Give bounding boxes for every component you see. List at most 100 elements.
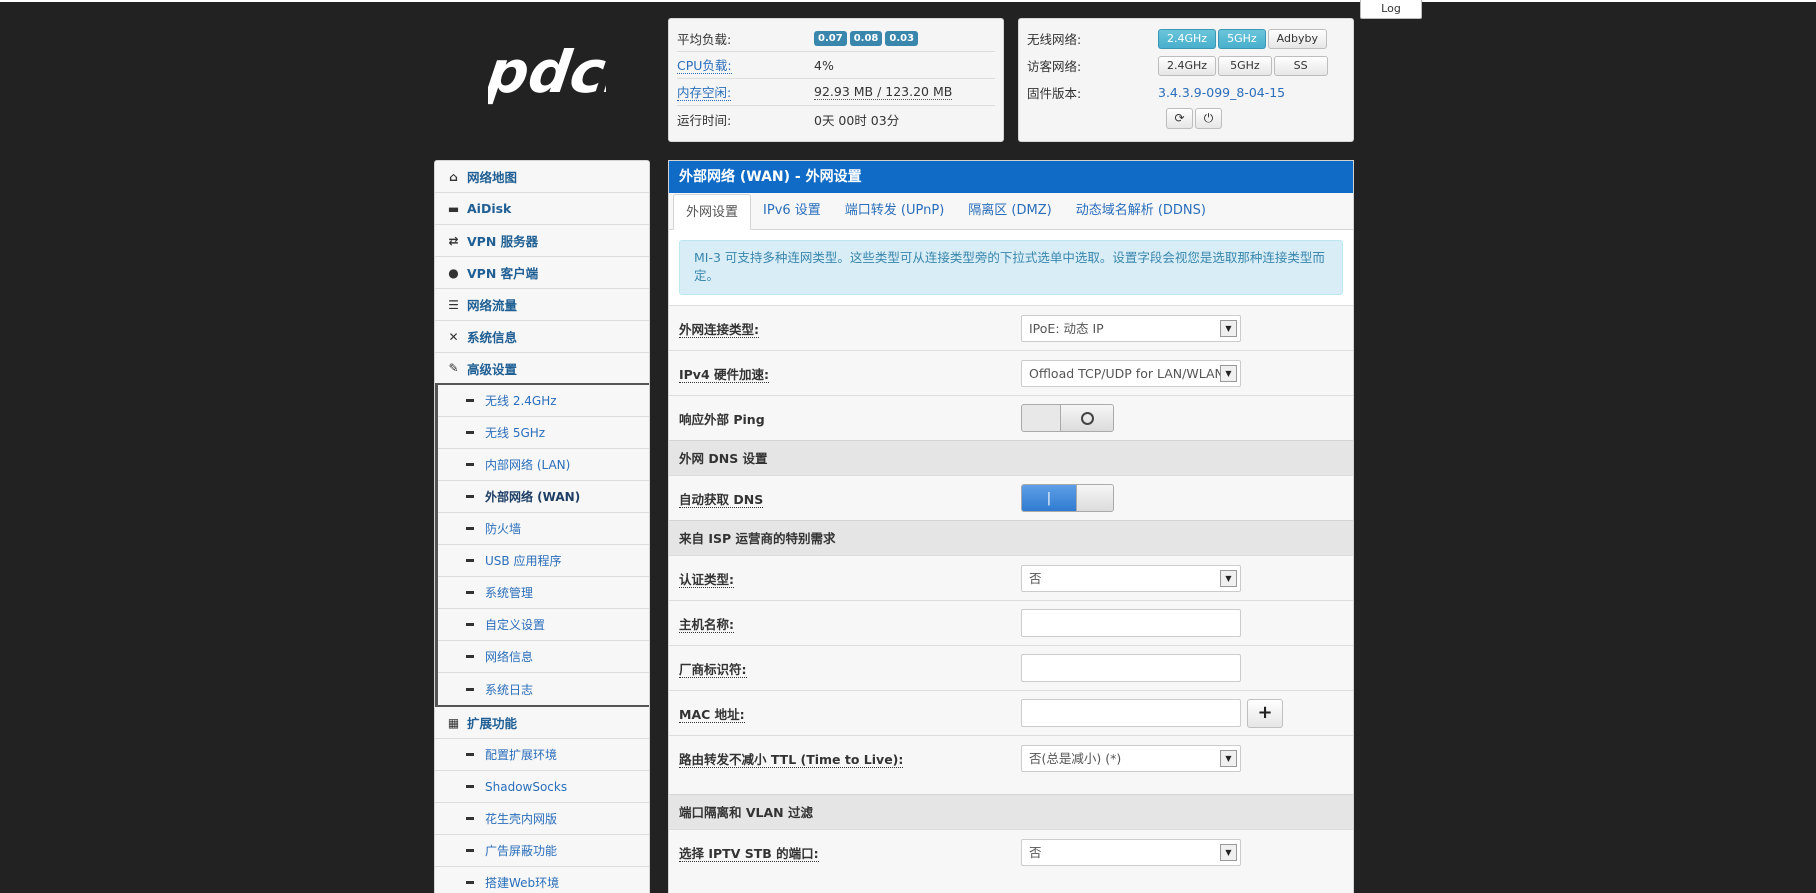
sub-label: 网络信息 — [485, 650, 534, 664]
main-panel: 外部网络 (WAN) - 外网设置 外网设置 IPv6 设置 端口转发 (UPn… — [668, 160, 1354, 893]
sidebar-sub-ext-env[interactable]: 配置扩展环境 — [435, 739, 649, 771]
pdcn-logo[interactable]: pdcn — [488, 40, 606, 114]
tasks-icon: ☰ — [448, 297, 459, 312]
cpu-link[interactable]: CPU负载: — [677, 57, 732, 74]
sidebar-sub-adblock[interactable]: 广告屏蔽功能 — [435, 835, 649, 867]
sidebar-sub-wifi-5[interactable]: 无线 5GHz — [438, 417, 649, 449]
tab-dmz[interactable]: 隔离区 (DMZ) — [956, 193, 1063, 229]
sidebar-item-vpn-client[interactable]: ● VPN 客户端 — [435, 257, 649, 289]
mac-input[interactable] — [1021, 699, 1241, 727]
ttl-select[interactable]: 否(总是减小) (*) ▼ — [1021, 744, 1241, 772]
tab-ddns[interactable]: 动态域名解析 (DDNS) — [1064, 193, 1218, 229]
wifi-24-button[interactable]: 2.4GHz — [1158, 28, 1217, 49]
sidebar-sub-firewall[interactable]: 防火墙 — [438, 513, 649, 545]
sidebar-item-traffic[interactable]: ☰ 网络流量 — [435, 289, 649, 321]
uptime-row: 运行时间: 0天 00时 03分 — [677, 106, 995, 133]
tab-bar: 外网设置 IPv6 设置 端口转发 (UPnP) 隔离区 (DMZ) 动态域名解… — [669, 193, 1353, 230]
sidebar-item-system-info[interactable]: ✕ 系统信息 — [435, 321, 649, 353]
sidebar-item-extensions[interactable]: ▦ 扩展功能 — [435, 707, 649, 739]
dns-section-header: 外网 DNS 设置 — [669, 440, 1353, 475]
sidebar-item-advanced[interactable]: ✎ 高级设置 — [435, 353, 649, 385]
sidebar-sub-shadowsocks[interactable]: ShadowSocks — [435, 771, 649, 803]
sidebar-sub-wan[interactable]: 外部网络 (WAN) — [438, 481, 649, 513]
off-ring-icon — [1080, 411, 1094, 425]
wan-type-row: 外网连接类型: IPoE: 动态 IP ▼ — [669, 305, 1353, 350]
cpu-row: CPU负载: 4% — [677, 52, 995, 79]
sub-label: 系统管理 — [485, 586, 534, 600]
load-badge-1: 0.07 — [814, 30, 847, 46]
firmware-row: 固件版本: 3.4.3.9-099_8-04-15 — [1027, 79, 1345, 106]
hw-accel-select[interactable]: Offload TCP/UDP for LAN/WLAN ▼ — [1021, 359, 1241, 387]
vendor-input[interactable] — [1021, 654, 1241, 682]
sidebar-sub-admin[interactable]: 系统管理 — [438, 577, 649, 609]
ss-button[interactable]: SS — [1273, 55, 1328, 76]
load-badge-15: 0.03 — [885, 30, 919, 46]
sidebar-sub-web[interactable]: 搭建Web环境 — [435, 867, 649, 893]
sub-label: 自定义设置 — [485, 618, 546, 632]
wrench-icon: ✎ — [448, 361, 459, 375]
on-bar-icon: | — [1022, 485, 1076, 511]
iptv-row: 选择 IPTV STB 的端口: 否 ▼ — [669, 829, 1353, 874]
sidebar-item-label: 网络流量 — [467, 298, 518, 313]
sub-label: 无线 2.4GHz — [485, 394, 557, 408]
mac-clone-button[interactable]: + — [1247, 698, 1283, 728]
tab-upnp[interactable]: 端口转发 (UPnP) — [833, 193, 956, 229]
hostname-input[interactable] — [1021, 609, 1241, 637]
retweet-icon: ⇄ — [448, 233, 459, 248]
load-label: 平均负载: — [677, 31, 732, 47]
sidebar-sub-netinfo[interactable]: 网络信息 — [438, 641, 649, 673]
sidebar-item-network-map[interactable]: ⌂ 网络地图 — [435, 161, 649, 193]
wan-type-label: 外网连接类型: — [679, 321, 759, 338]
dash-icon — [466, 655, 474, 658]
auto-dns-toggle[interactable]: | — [1021, 484, 1114, 512]
tab-wan-settings[interactable]: 外网设置 — [673, 194, 752, 230]
mem-link[interactable]: 内存空闲: — [677, 84, 732, 101]
ping-toggle[interactable] — [1021, 404, 1114, 432]
chevron-down-icon: ▼ — [1220, 749, 1237, 767]
wifi-row: 无线网络: 2.4GHz 5GHz Adbyby — [1027, 25, 1345, 52]
dash-icon — [466, 559, 474, 562]
chevron-down-icon: ▼ — [1220, 843, 1237, 861]
firmware-link[interactable]: 3.4.3.9-099_8-04-15 — [1158, 85, 1285, 100]
ttl-label: 路由转发不减小 TTL (Time to Live): — [679, 751, 904, 768]
sub-label: 广告屏蔽功能 — [485, 844, 558, 858]
log-button[interactable]: Log — [1360, 0, 1422, 19]
sidebar-item-vpn-server[interactable]: ⇄ VPN 服务器 — [435, 225, 649, 257]
plus-icon: + — [1257, 701, 1273, 723]
power-icon[interactable]: ⏻ — [1195, 108, 1222, 129]
sidebar-sub-wifi-24[interactable]: 无线 2.4GHz — [438, 385, 649, 417]
toggle-knob — [1076, 485, 1113, 511]
wireless-panel: 无线网络: 2.4GHz 5GHz Adbyby 访客网络: 2.4GHz 5G… — [1018, 18, 1354, 142]
iptv-select[interactable]: 否 ▼ — [1021, 838, 1241, 866]
sidebar-sub-oray[interactable]: 花生壳内网版 — [435, 803, 649, 835]
sub-label: ShadowSocks — [485, 779, 568, 794]
dash-icon — [466, 591, 474, 594]
tab-ipv6[interactable]: IPv6 设置 — [751, 193, 833, 229]
mac-label: MAC 地址: — [679, 706, 745, 723]
mem-row: 内存空闲: 92.93 MB / 123.20 MB — [677, 79, 995, 106]
sidebar-sub-syslog[interactable]: 系统日志 — [438, 673, 649, 705]
guest-label: 访客网络: — [1027, 59, 1082, 74]
refresh-icon[interactable]: ⟳ — [1166, 108, 1193, 129]
sidebar-item-aidisk[interactable]: ▬ AiDisk — [435, 193, 649, 225]
vlan-section-header: 端口隔离和 VLAN 过滤 — [669, 794, 1353, 829]
adbyby-button[interactable]: Adbyby — [1267, 28, 1327, 49]
dash-icon — [466, 753, 474, 756]
ping-row: 响应外部 Ping — [669, 395, 1353, 440]
guest-5-button[interactable]: 5GHz — [1218, 55, 1272, 76]
ping-label: 响应外部 Ping — [679, 411, 765, 427]
guest-row: 访客网络: 2.4GHz 5GHz SS — [1027, 52, 1345, 79]
sidebar-sub-lan[interactable]: 内部网络 (LAN) — [438, 449, 649, 481]
sidebar-sub-custom[interactable]: 自定义设置 — [438, 609, 649, 641]
auth-select[interactable]: 否 ▼ — [1021, 564, 1241, 592]
sub-label: 防火墙 — [485, 522, 522, 536]
random-icon: ✕ — [448, 329, 459, 344]
guest-24-button[interactable]: 2.4GHz — [1158, 55, 1217, 76]
dash-icon — [466, 463, 474, 466]
wifi-5-button[interactable]: 5GHz — [1218, 28, 1266, 49]
disk-icon: ▬ — [447, 201, 460, 216]
sidebar-item-label: 系统信息 — [467, 330, 518, 345]
wan-type-select[interactable]: IPoE: 动态 IP ▼ — [1021, 314, 1241, 342]
load-badge-5: 0.08 — [849, 30, 883, 46]
sidebar-sub-usb[interactable]: USB 应用程序 — [438, 545, 649, 577]
